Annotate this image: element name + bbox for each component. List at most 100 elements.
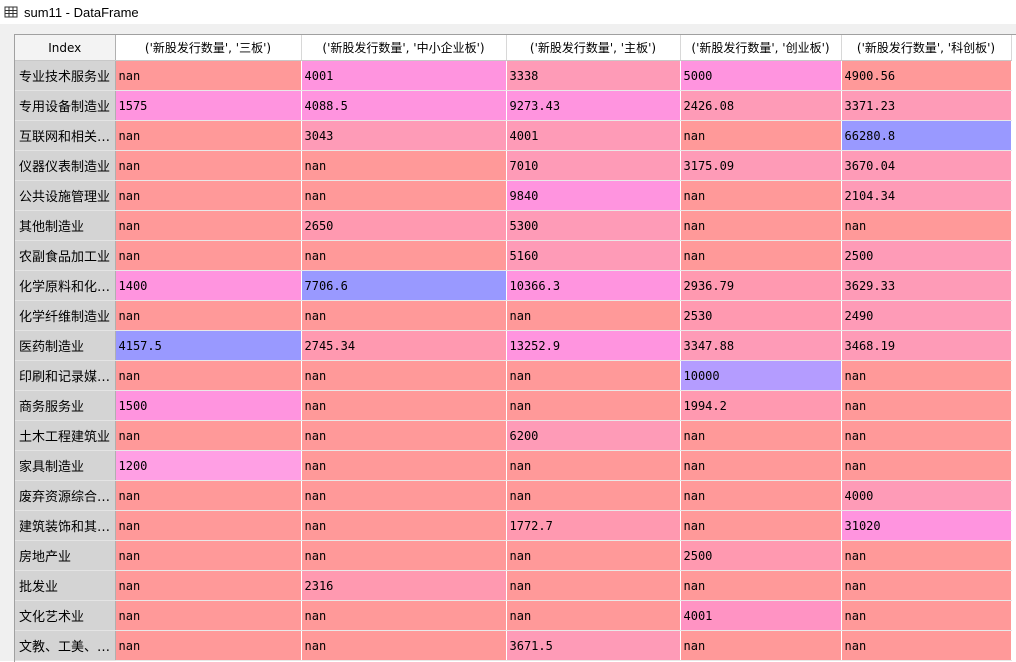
column-header[interactable]: ('新股发行数量', '科创板') [841,35,1012,61]
table-cell[interactable]: 4088.5 [301,90,507,121]
table-cell[interactable]: nan [115,360,302,391]
table-cell[interactable]: nan [301,240,507,271]
row-index-label[interactable]: 建筑装饰和其… [15,510,116,541]
table-cell[interactable]: 4157.5 [115,330,302,361]
table-cell[interactable]: 2650 [301,210,507,241]
table-cell[interactable]: 2936.79 [680,270,842,301]
table-cell[interactable]: 9273.43 [506,90,681,121]
table-cell[interactable]: nan [841,540,1012,571]
table-cell[interactable]: 2530 [680,300,842,331]
table-cell[interactable]: nan [301,540,507,571]
table-cell[interactable]: nan [115,540,302,571]
table-cell[interactable]: 2316 [301,570,507,601]
table-cell[interactable]: nan [115,150,302,181]
index-column-header[interactable]: Index [15,35,116,61]
row-index-label[interactable]: 化学原料和化… [15,270,116,301]
table-cell[interactable]: 4000 [841,480,1012,511]
row-index-label[interactable]: 废弃资源综合… [15,480,116,511]
table-cell[interactable]: 3670.04 [841,150,1012,181]
table-cell[interactable]: nan [680,570,842,601]
table-cell[interactable]: nan [115,300,302,331]
table-cell[interactable]: nan [301,600,507,631]
table-cell[interactable]: nan [680,120,842,151]
table-cell[interactable]: 10000 [680,360,842,391]
table-cell[interactable]: 6200 [506,420,681,451]
table-cell[interactable]: nan [301,360,507,391]
table-cell[interactable]: nan [841,390,1012,421]
table-cell[interactable]: nan [301,180,507,211]
table-cell[interactable]: nan [680,480,842,511]
table-cell[interactable]: 7706.6 [301,270,507,301]
table-cell[interactable]: nan [115,60,302,91]
row-index-label[interactable]: 专业技术服务业 [15,60,116,91]
row-index-label[interactable]: 公共设施管理业 [15,180,116,211]
table-cell[interactable]: nan [115,420,302,451]
column-header[interactable]: ('新股发行数量', '主板') [506,35,681,61]
table-cell[interactable]: nan [841,360,1012,391]
table-cell[interactable]: 3371.23 [841,90,1012,121]
table-cell[interactable]: 9840 [506,180,681,211]
table-cell[interactable]: nan [301,300,507,331]
table-cell[interactable]: 2104.34 [841,180,1012,211]
row-index-label[interactable]: 印刷和记录媒… [15,360,116,391]
table-cell[interactable]: 3629.33 [841,270,1012,301]
row-index-label[interactable]: 仪器仪表制造业 [15,150,116,181]
column-header[interactable]: ('新股发行数量', '三板') [115,35,302,61]
table-cell[interactable]: 2490 [841,300,1012,331]
table-cell[interactable]: 1772.7 [506,510,681,541]
row-index-label[interactable]: 其他制造业 [15,210,116,241]
table-cell[interactable]: 7010 [506,150,681,181]
table-cell[interactable]: 3468.19 [841,330,1012,361]
row-index-label[interactable]: 商务服务业 [15,390,116,421]
row-index-label[interactable]: 房地产业 [15,540,116,571]
table-cell[interactable]: nan [115,120,302,151]
table-cell[interactable]: 4001 [680,600,842,631]
table-cell[interactable]: 2426.08 [680,90,842,121]
column-header[interactable]: ('新股发行数量', '中小企业板') [301,35,507,61]
table-cell[interactable]: 4001 [301,60,507,91]
table-cell[interactable]: nan [841,210,1012,241]
table-cell[interactable]: 1575 [115,90,302,121]
row-index-label[interactable]: 专用设备制造业 [15,90,116,121]
table-cell[interactable]: nan [115,600,302,631]
table-cell[interactable]: nan [506,600,681,631]
table-cell[interactable]: 1500 [115,390,302,421]
table-cell[interactable]: 3671.5 [506,630,681,661]
table-cell[interactable]: nan [680,420,842,451]
table-cell[interactable]: nan [301,390,507,421]
table-cell[interactable]: nan [506,300,681,331]
row-index-label[interactable]: 土木工程建筑业 [15,420,116,451]
table-cell[interactable]: nan [680,210,842,241]
table-cell[interactable]: 10366.3 [506,270,681,301]
table-cell[interactable]: 66280.8 [841,120,1012,151]
table-cell[interactable]: nan [841,570,1012,601]
table-cell[interactable]: nan [115,210,302,241]
table-cell[interactable]: nan [841,450,1012,481]
table-cell[interactable]: 4900.56 [841,60,1012,91]
table-cell[interactable]: nan [841,420,1012,451]
table-cell[interactable]: 2500 [841,240,1012,271]
table-cell[interactable]: nan [506,390,681,421]
table-cell[interactable]: 1200 [115,450,302,481]
table-cell[interactable]: nan [115,240,302,271]
row-index-label[interactable]: 文教、工美、… [15,630,116,661]
row-index-label[interactable]: 文化艺术业 [15,600,116,631]
table-cell[interactable]: 1400 [115,270,302,301]
table-cell[interactable]: 13252.9 [506,330,681,361]
table-cell[interactable]: nan [506,360,681,391]
row-index-label[interactable]: 农副食品加工业 [15,240,116,271]
table-cell[interactable]: nan [680,180,842,211]
column-header[interactable]: ('新股发行数量', '创业板') [680,35,842,61]
table-cell[interactable]: 5000 [680,60,842,91]
dataframe-table-viewport[interactable]: Index ('新股发行数量', '三板') ('新股发行数量', '中小企业板… [14,34,1016,662]
row-index-label[interactable]: 批发业 [15,570,116,601]
table-cell[interactable]: nan [115,510,302,541]
row-index-label[interactable]: 化学纤维制造业 [15,300,116,331]
table-cell[interactable]: nan [680,450,842,481]
table-cell[interactable]: 2745.34 [301,330,507,361]
table-cell[interactable]: nan [680,630,842,661]
table-cell[interactable]: 2500 [680,540,842,571]
table-cell[interactable]: nan [506,450,681,481]
table-cell[interactable]: nan [506,540,681,571]
table-cell[interactable]: nan [115,180,302,211]
